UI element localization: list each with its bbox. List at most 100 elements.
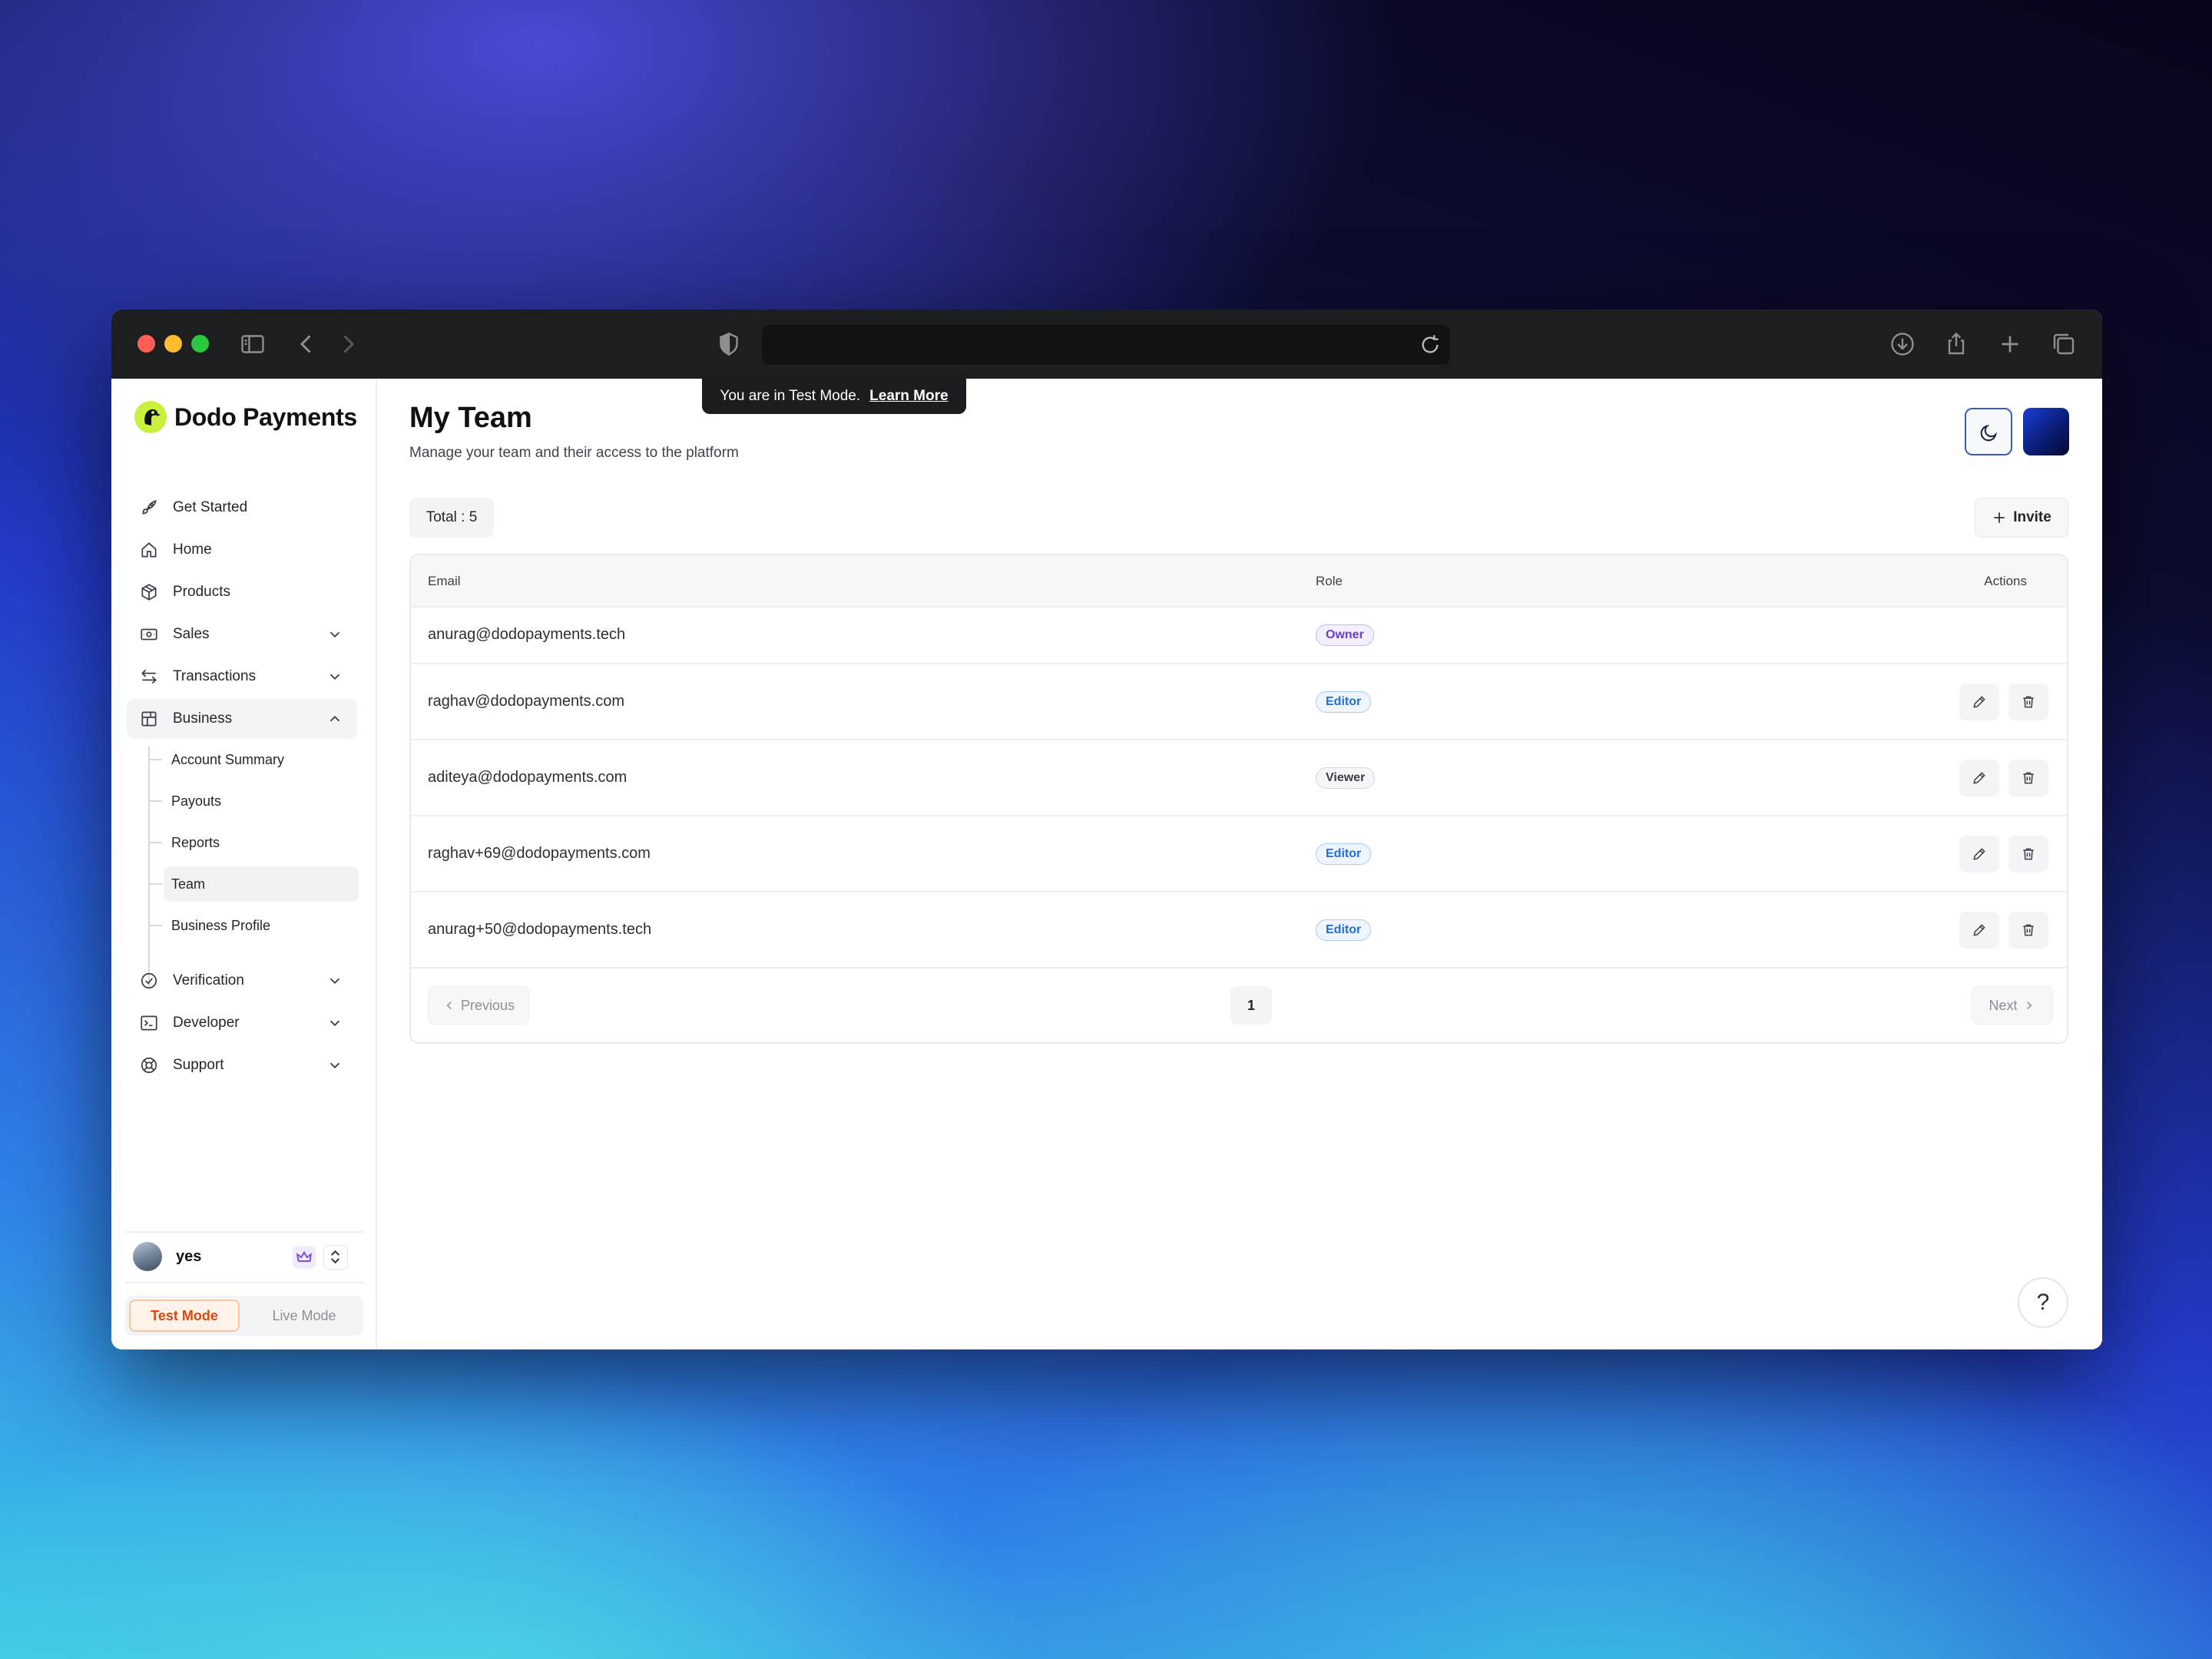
chevrons-up-down-icon[interactable] [323,1245,348,1270]
sidebar-item-developer[interactable]: Developer [127,1003,357,1043]
tab-overview-icon[interactable] [2050,330,2078,358]
forward-icon[interactable] [334,330,362,358]
edit-member-button[interactable] [1959,836,1999,873]
submenu-tick [148,925,162,926]
sidebar-toggle-icon[interactable] [239,330,267,358]
life-buoy-icon [139,1055,159,1075]
sidebar-item-products[interactable]: Products [127,572,357,612]
arrows-left-right-icon [139,667,159,687]
chevron-right-icon [2026,1001,2032,1010]
column-header-role: Role [1316,574,1343,588]
download-icon[interactable] [1889,330,1916,358]
previous-label: Previous [460,997,515,1013]
test-mode-button[interactable]: Test Mode [129,1300,240,1332]
submenu-guide-line [148,746,150,988]
back-icon[interactable] [293,330,320,358]
banknote-icon [139,624,159,644]
sidebar-subitem-business-profile[interactable]: Business Profile [148,908,359,943]
reload-icon[interactable] [1418,333,1442,357]
sidebar-item-sales[interactable]: Sales [127,614,357,654]
sidebar-item-support[interactable]: Support [127,1045,357,1085]
address-bar[interactable] [762,325,1450,365]
member-email: raghav+69@dodopayments.com [428,845,651,862]
trash-icon [2023,924,2034,936]
test-mode-banner: You are in Test Mode. Learn More [702,379,966,414]
sidebar-subitem-team[interactable]: Team [148,866,359,902]
column-header-actions: Actions [1984,574,2027,588]
delete-member-button[interactable] [2008,836,2048,873]
edit-member-button[interactable] [1959,684,1999,720]
store-icon [139,709,159,729]
sidebar-item-label: Support [173,1057,224,1073]
chevron-down-icon [326,668,343,685]
test-mode-banner-text: You are in Test Mode. [720,388,861,404]
delete-member-button[interactable] [2008,760,2048,796]
share-icon[interactable] [1942,330,1970,358]
terminal-icon [139,1013,159,1033]
table-row: aditeya@dodopayments.com Viewer [411,740,2067,816]
table-row: anurag+50@dodopayments.tech Editor [411,892,2067,969]
sidebar-item-business[interactable]: Business [127,699,357,739]
privacy-shield-icon[interactable] [715,330,743,358]
team-table: Email Role Actions anurag@dodopayments.t… [409,554,2068,1044]
maximize-window-button[interactable] [191,335,209,353]
edit-member-button[interactable] [1959,912,1999,949]
next-page-button[interactable]: Next [1972,986,2053,1025]
brand[interactable]: Dodo Payments [134,400,357,434]
sidebar-item-get-started[interactable]: Get Started [127,488,357,528]
moon-icon [1980,425,1997,442]
sidebar-subitem-reports[interactable]: Reports [148,825,359,860]
delete-member-button[interactable] [2008,912,2048,949]
role-badge: Editor [1316,691,1372,713]
pencil-icon [1973,696,1985,708]
pencil-icon [1973,772,1985,784]
sidebar-item-home[interactable]: Home [127,530,357,570]
role-badge: Editor [1316,919,1372,941]
sidebar-item-verification[interactable]: Verification [127,961,357,1001]
minimize-window-button[interactable] [164,335,182,353]
chevron-down-icon [326,626,343,643]
browser-toolbar [111,310,2102,379]
delete-member-button[interactable] [2008,684,2048,720]
account-avatar-button[interactable] [2023,408,2069,455]
sidebar-subitem-label: Payouts [171,793,222,809]
member-email: anurag+50@dodopayments.tech [428,921,652,938]
member-email: anurag@dodopayments.tech [428,626,626,643]
member-email: aditeya@dodopayments.com [428,769,628,786]
help-button[interactable]: ? [2018,1277,2068,1328]
close-window-button[interactable] [137,335,155,353]
sidebar-subitem-label: Business Profile [171,917,271,933]
main-content: You are in Test Mode. Learn More My Team… [377,379,2102,1349]
learn-more-link[interactable]: Learn More [869,388,948,405]
avatar [133,1242,162,1271]
plus-icon [1994,512,2005,523]
sidebar-item-label: Get Started [173,499,248,515]
trash-icon [2023,848,2034,860]
column-header-email: Email [428,574,461,588]
badge-check-icon [139,971,159,991]
sidebar-item-label: Verification [173,972,244,988]
live-mode-button[interactable]: Live Mode [249,1300,359,1332]
pencil-icon [1973,924,1985,936]
sidebar-subitem-account-summary[interactable]: Account Summary [148,742,359,777]
invite-button[interactable]: Invite [1975,498,2068,538]
sidebar-subitem-label: Reports [171,834,220,850]
theme-toggle-button[interactable] [1965,408,2012,455]
chevron-down-icon [326,1015,343,1031]
sidebar-item-transactions[interactable]: Transactions [127,657,357,697]
crown-icon[interactable] [293,1246,316,1269]
mode-toggle: Test Mode Live Mode [125,1296,363,1336]
sidebar-subitem-payouts[interactable]: Payouts [148,783,359,819]
trash-icon [2023,772,2034,784]
new-tab-icon[interactable] [1996,330,2024,358]
user-switcher[interactable]: yes [125,1231,363,1283]
brand-name: Dodo Payments [174,402,357,431]
submenu-tick [148,883,162,885]
page-number-button[interactable]: 1 [1230,986,1272,1025]
chevron-down-icon [326,1057,343,1074]
edit-member-button[interactable] [1959,760,1999,796]
pencil-icon [1973,848,1985,860]
rocket-icon [139,498,159,518]
previous-page-button[interactable]: Previous [428,986,529,1025]
sidebar-item-label: Developer [173,1015,240,1031]
